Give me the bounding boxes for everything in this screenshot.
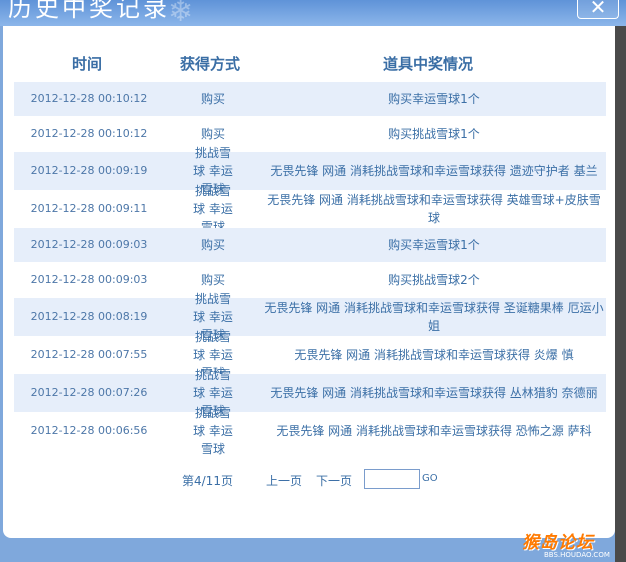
table-row: 2012-12-28 00:08:19 挑战雪球 幸运雪球 无畏先锋 网通 消耗挑战… [14,292,606,342]
next-page-link[interactable]: 下一页 [316,472,352,489]
record-time: 2012-12-28 00:10:12 [30,127,148,140]
table-row: 2012-12-28 00:10:12 购买 购买挑战雪球1个 [14,117,606,151]
table-row: 2012-12-28 00:10:12 购买 购买幸运雪球1个 [14,82,606,116]
record-time: 2012-12-28 00:09:19 [30,164,148,177]
record-result: 购买挑战雪球1个 [388,127,480,141]
record-time: 2012-12-28 00:06:56 [30,424,148,437]
record-time: 2012-12-28 00:07:55 [30,348,148,361]
table-row: 2012-12-28 00:09:11 挑战雪球 幸运雪球 无畏先锋 网通 消耗挑战… [14,184,606,234]
watermark-url: BBS.HOUDAO.COM [544,551,610,559]
dialog-frame: 历史中奖记录 ❄ ✕ 时间 获得方式 道具中奖情况 2012-12-28 00:… [0,0,626,562]
record-result: 无畏先锋 网通 消耗挑战雪球和幸运雪球获得 英雄雪球+皮肤雪球 [267,193,601,225]
record-result: 无畏先锋 网通 消耗挑战雪球和幸运雪球获得 炎爆 慎 [294,348,574,362]
record-time: 2012-12-28 00:10:12 [30,92,148,105]
go-button[interactable]: GO [422,473,438,484]
table-row: 2012-12-28 00:07:55 挑战雪球 幸运雪球 无畏先锋 网通 消耗挑战… [14,330,606,380]
record-result: 购买挑战雪球2个 [388,273,480,287]
prev-page-link[interactable]: 上一页 [266,472,302,489]
record-method: 购买 [200,238,225,252]
watermark-logo: 猴岛论坛 [522,533,594,553]
table-row: 2012-12-28 00:09:19 挑战雪球 幸运雪球 无畏先锋 网通 消耗挑战… [14,146,606,196]
table-row: 2012-12-28 00:06:56 挑战雪球 幸运雪球 无畏先锋 网通 消耗挑战… [14,406,606,456]
table-row: 2012-12-28 00:09:03 购买 购买幸运雪球1个 [14,228,606,262]
column-header-method: 获得方式 [180,55,241,73]
record-result: 无畏先锋 网通 消耗挑战雪球和幸运雪球获得 遗迹守护者 基兰 [270,164,598,178]
record-result: 购买幸运雪球1个 [388,238,480,252]
record-method: 挑战雪球 幸运雪球 [193,184,233,234]
records-panel: 时间 获得方式 道具中奖情况 2012-12-28 00:10:12 购买 购买幸运… [3,26,615,538]
page-number-input[interactable] [364,469,420,489]
table-row: 2012-12-28 00:07:26 挑战雪球 幸运雪球 无畏先锋 网通 消耗挑战… [14,368,606,418]
record-time: 2012-12-28 00:09:11 [30,202,148,215]
close-icon: ✕ [589,0,607,19]
record-result: 无畏先锋 网通 消耗挑战雪球和幸运雪球获得 丛林猎豹 奈德丽 [270,386,598,400]
record-time: 2012-12-28 00:09:03 [30,273,148,286]
record-method: 购买 [200,92,225,106]
record-result: 购买幸运雪球1个 [388,92,480,106]
column-header-time: 时间 [72,55,103,73]
record-result: 无畏先锋 网通 消耗挑战雪球和幸运雪球获得 恐怖之源 萨科 [276,424,592,438]
page-info: 第4/11页 [182,474,233,488]
column-header-result: 道具中奖情况 [383,55,474,73]
record-time: 2012-12-28 00:09:03 [30,238,148,251]
dialog-title: 历史中奖记录 [8,0,170,22]
table-row: 2012-12-28 00:09:03 购买 购买挑战雪球2个 [14,263,606,297]
dialog-titlebar: 历史中奖记录 ❄ ✕ [0,0,626,26]
window-edge [615,26,626,562]
record-time: 2012-12-28 00:07:26 [30,386,148,399]
record-result: 无畏先锋 网通 消耗挑战雪球和幸运雪球获得 圣诞糖果棒 厄运小姐 [264,301,604,333]
record-time: 2012-12-28 00:08:19 [30,310,148,323]
record-method: 挑战雪球 幸运雪球 [193,406,233,456]
snowflake-icon: ❄ [168,0,194,26]
close-button[interactable]: ✕ [577,0,619,19]
